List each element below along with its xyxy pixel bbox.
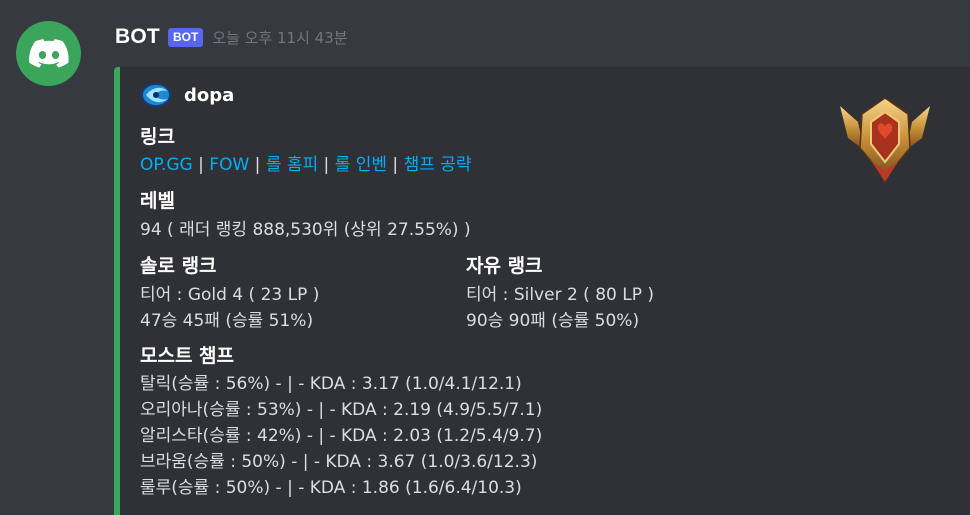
champ-line: 알리스타(승률 : 42%) - | - KDA : 2.03 (1.2/5.4…	[140, 426, 543, 446]
fow-link[interactable]: FOW	[209, 155, 249, 175]
link-separator: |	[254, 155, 261, 175]
link-separator: |	[198, 155, 204, 175]
link-separator: |	[392, 155, 399, 175]
champ-line: 룰루(승률 : 50%) - | - KDA : 1.86 (1.6/6.4/1…	[140, 478, 522, 498]
embed: dopa 링크 OP.GG | FOW | 롤 홈피 | 롤 인벤 | 챔프 공…	[114, 67, 970, 515]
solo-rank-field-name: 솔로 랭크	[140, 255, 217, 277]
champ-line: 브라움(승률 : 50%) - | - KDA : 3.67 (1.0/3.6/…	[140, 452, 538, 472]
bot-tag: BOT	[167, 27, 204, 47]
opgg-link[interactable]: OP.GG	[140, 155, 193, 175]
discord-logo-icon	[28, 38, 69, 67]
champ-guide-link[interactable]: 챔프 공략	[404, 155, 472, 175]
username[interactable]: BOT	[115, 25, 160, 49]
solo-rank-record: 47승 45패 (승률 51%)	[140, 311, 314, 331]
flex-rank-field-name: 자유 랭크	[466, 255, 543, 277]
flex-rank-record: 90승 90패 (승률 50%)	[466, 311, 640, 331]
gold-rank-emblem-icon	[840, 97, 930, 182]
author-name[interactable]: dopa	[184, 85, 234, 106]
flex-rank-tier: 티어 : Silver 2 ( 80 LP )	[466, 285, 655, 305]
link-separator: |	[323, 155, 330, 175]
link-field-name: 링크	[140, 126, 175, 148]
link-field-value: OP.GG | FOW | 롤 홈피 | 롤 인벤 | 챔프 공략	[140, 152, 472, 178]
bot-message: BOT BOT 오늘 오후 11시 43분 dopa 링크 OP.GG | FO…	[0, 0, 970, 515]
solo-rank-tier: 티어 : Gold 4 ( 23 LP )	[140, 285, 320, 305]
lol-homepage-link[interactable]: 롤 홈피	[266, 155, 318, 175]
level-field-name: 레벨	[140, 190, 175, 212]
lol-inven-link[interactable]: 롤 인벤	[335, 155, 387, 175]
message-header: BOT BOT 오늘 오후 11시 43분	[115, 22, 348, 52]
discord-avatar[interactable]	[16, 21, 81, 86]
champ-line: 탈릭(승률 : 56%) - | - KDA : 3.17 (1.0/4.1/1…	[140, 374, 522, 394]
level-field-value: 94 ( 래더 랭킹 888,530위 (상위 27.55%) )	[140, 220, 471, 240]
summoner-profile-icon	[141, 83, 171, 107]
champ-line: 오리아나(승률 : 53%) - | - KDA : 2.19 (4.9/5.5…	[140, 400, 543, 420]
embed-author: dopa	[140, 81, 234, 109]
timestamp[interactable]: 오늘 오후 11시 43분	[212, 27, 347, 48]
most-champs-field-name: 모스트 챔프	[140, 345, 235, 367]
